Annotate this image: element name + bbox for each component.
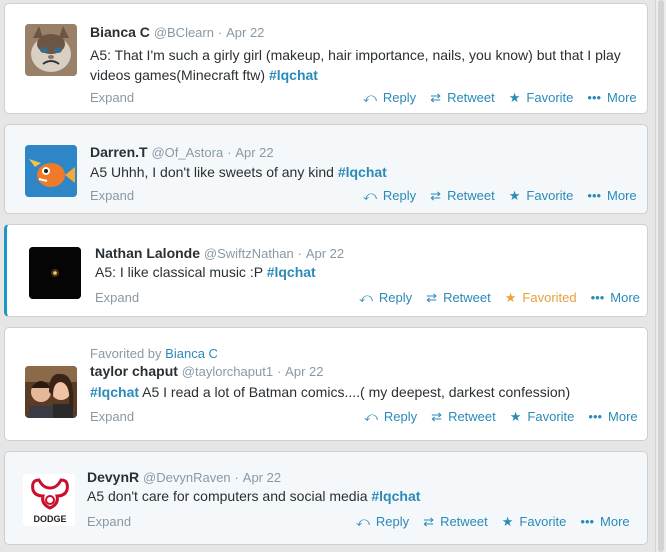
ellipsis-icon: ••• xyxy=(588,409,603,424)
more-button[interactable]: ••• More xyxy=(591,290,640,305)
avatar[interactable] xyxy=(29,247,81,299)
expand-link[interactable]: Expand xyxy=(90,409,134,424)
dodge-logo-text: DODGE xyxy=(33,514,66,524)
reply-button[interactable]: ⤺ Reply xyxy=(363,188,416,203)
hashtag-link[interactable]: #lqchat xyxy=(267,264,316,280)
star-icon: ★ xyxy=(508,90,521,105)
avatar[interactable] xyxy=(25,145,77,197)
retweet-icon: ⇄ xyxy=(430,90,442,105)
ellipsis-icon: ••• xyxy=(590,290,605,305)
author-handle[interactable]: @taylorchaput1 xyxy=(182,364,273,379)
tweet-text: A5: I like classical music :P #lqchat xyxy=(95,264,316,280)
favorite-button[interactable]: ★ Favorite xyxy=(510,409,575,424)
favorited-context: Favorited by Bianca C xyxy=(90,346,218,361)
expand-link[interactable]: Expand xyxy=(90,90,134,105)
hashtag-link[interactable]: #lqchat xyxy=(338,164,387,180)
tweet-actions: ⤺ Reply ⇄ Retweet ★ Favorite ••• More xyxy=(363,188,637,203)
retweet-button[interactable]: ⇄ Retweet xyxy=(423,514,488,529)
more-button[interactable]: ••• More xyxy=(588,409,637,424)
author-handle[interactable]: @BClearn xyxy=(154,25,214,40)
author-handle[interactable]: @SwiftzNathan xyxy=(204,246,294,261)
reply-arrow-icon: ⤺ xyxy=(363,188,377,203)
retweet-icon: ⇄ xyxy=(426,290,438,305)
author-name[interactable]: DevynR xyxy=(87,469,139,485)
tweet-text: A5 don't care for computers and social m… xyxy=(87,488,421,504)
author-name[interactable]: taylor chaput xyxy=(90,363,178,379)
tweet-card[interactable]: DODGE DevynR @DevynRaven · Apr 22 A5 don… xyxy=(4,451,648,545)
reply-button[interactable]: ⤺ Reply xyxy=(363,90,416,105)
avatar[interactable] xyxy=(25,24,77,76)
hashtag-link[interactable]: #lqchat xyxy=(371,488,420,504)
scrollbar-thumb[interactable] xyxy=(658,0,664,552)
reply-arrow-icon: ⤺ xyxy=(356,514,370,529)
ellipsis-icon: ••• xyxy=(587,90,602,105)
tweet-text: A5: That I'm such a girly girl (makeup, … xyxy=(90,47,621,83)
expand-link[interactable]: Expand xyxy=(90,188,134,203)
star-icon: ★ xyxy=(509,409,522,424)
context-user-link[interactable]: Bianca C xyxy=(165,346,218,361)
tweet-actions: ⤺ Reply ⇄ Retweet ★ Favorited ••• More xyxy=(359,290,640,305)
reply-button[interactable]: ⤺ Reply xyxy=(359,290,412,305)
tweet-card[interactable]: Favorited by Bianca C taylor chaput @tay… xyxy=(4,327,648,441)
author-name[interactable]: Nathan Lalonde xyxy=(95,245,200,261)
tweet-card[interactable]: Bianca C @BClearn · Apr 22 A5: That I'm … xyxy=(4,3,648,114)
star-icon: ★ xyxy=(501,514,514,529)
favorite-button[interactable]: ★ Favorite xyxy=(509,90,574,105)
hashtag-link[interactable]: #lqchat xyxy=(269,67,318,83)
favorited-button[interactable]: ★ Favorited xyxy=(505,290,577,305)
tweet-text: A5 Uhhh, I don't like sweets of any kind… xyxy=(90,164,387,180)
separator: · xyxy=(217,25,223,40)
retweet-button[interactable]: ⇄ Retweet xyxy=(426,290,491,305)
expand-link[interactable]: Expand xyxy=(95,290,139,305)
more-button[interactable]: ••• More xyxy=(587,90,636,105)
star-icon: ★ xyxy=(504,290,517,305)
more-button[interactable]: ••• More xyxy=(587,188,636,203)
tweet-date[interactable]: Apr 22 xyxy=(226,25,264,40)
reply-arrow-icon: ⤺ xyxy=(363,90,377,105)
reply-arrow-icon: ⤺ xyxy=(364,409,378,424)
expand-link[interactable]: Expand xyxy=(87,514,131,529)
retweet-icon: ⇄ xyxy=(431,409,443,424)
tweet-date[interactable]: Apr 22 xyxy=(285,364,323,379)
tweet-actions: ⤺ Reply ⇄ Retweet ★ Favorite ••• More xyxy=(356,514,630,529)
separator: · xyxy=(297,246,302,261)
ellipsis-icon: ••• xyxy=(587,188,602,203)
star-icon: ★ xyxy=(508,188,521,203)
separator: · xyxy=(234,470,239,485)
favorite-button[interactable]: ★ Favorite xyxy=(502,514,567,529)
tweet-card[interactable]: Darren.T @Of_Astora · Apr 22 A5 Uhhh, I … xyxy=(4,124,648,214)
retweet-button[interactable]: ⇄ Retweet xyxy=(431,409,496,424)
favorite-button[interactable]: ★ Favorite xyxy=(509,188,574,203)
ellipsis-icon: ••• xyxy=(580,514,595,529)
author-name[interactable]: Bianca C xyxy=(90,24,150,40)
separator: · xyxy=(227,145,232,160)
more-button[interactable]: ••• More xyxy=(580,514,629,529)
tweet-date[interactable]: Apr 22 xyxy=(235,145,273,160)
avatar[interactable]: DODGE xyxy=(23,474,75,526)
tweet-text: #lqchat A5 I read a lot of Batman comics… xyxy=(90,384,571,400)
retweet-button[interactable]: ⇄ Retweet xyxy=(430,90,495,105)
author-handle[interactable]: @DevynRaven xyxy=(143,470,231,485)
tweet-card[interactable]: Nathan Lalonde @SwiftzNathan · Apr 22 A5… xyxy=(4,224,648,317)
tweet-date[interactable]: Apr 22 xyxy=(306,246,344,261)
tweet-actions: ⤺ Reply ⇄ Retweet ★ Favorite ••• More xyxy=(363,90,637,105)
author-handle[interactable]: @Of_Astora xyxy=(151,145,223,160)
reply-button[interactable]: ⤺ Reply xyxy=(356,514,409,529)
retweet-icon: ⇄ xyxy=(430,188,442,203)
reply-arrow-icon: ⤺ xyxy=(359,290,373,305)
tweet-date[interactable]: Apr 22 xyxy=(243,470,281,485)
tweet-actions: ⤺ Reply ⇄ Retweet ★ Favorite ••• More xyxy=(364,409,638,424)
scrollbar[interactable] xyxy=(655,0,666,552)
hashtag-link[interactable]: #lqchat xyxy=(90,384,139,400)
author-name[interactable]: Darren.T xyxy=(90,144,148,160)
retweet-button[interactable]: ⇄ Retweet xyxy=(430,188,495,203)
separator: · xyxy=(276,364,282,379)
avatar[interactable] xyxy=(25,366,77,418)
reply-button[interactable]: ⤺ Reply xyxy=(364,409,417,424)
retweet-icon: ⇄ xyxy=(423,514,435,529)
